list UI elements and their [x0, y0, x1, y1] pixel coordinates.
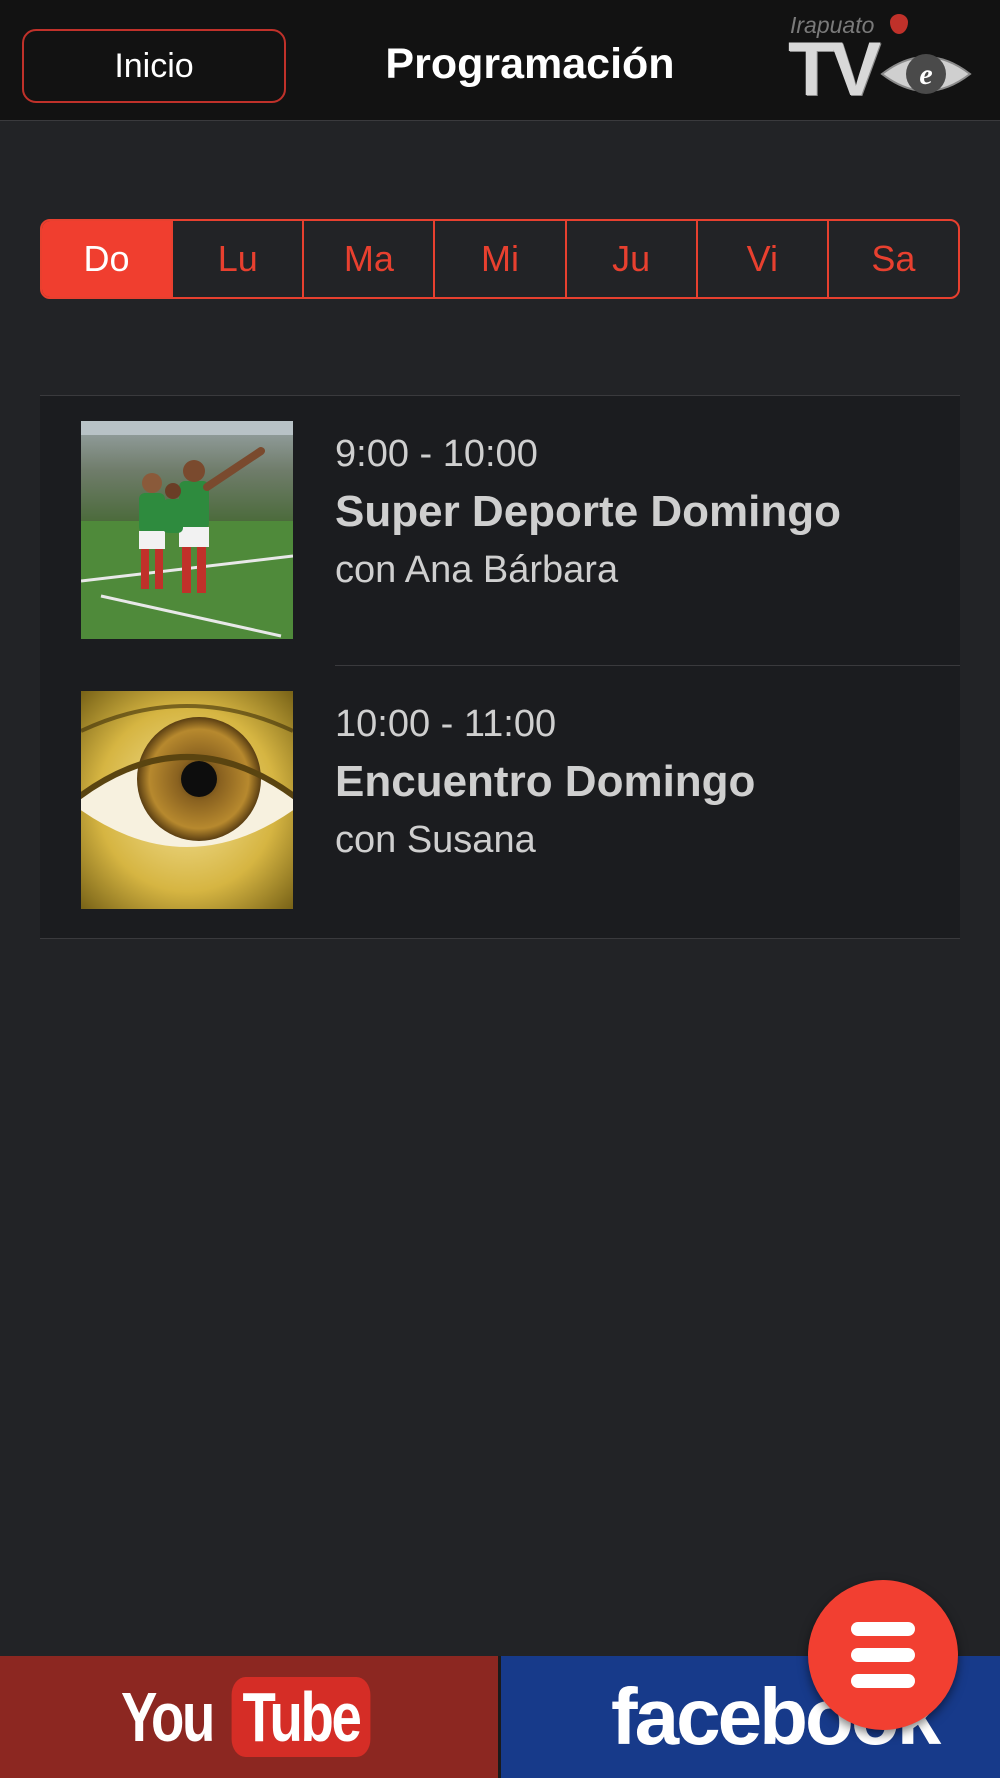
program-host: con Ana Bárbara	[335, 549, 619, 591]
program-host: con Susana	[335, 819, 536, 861]
tab-day-sa[interactable]: Sa	[826, 221, 958, 297]
schedule-item[interactable]: 10:00 - 11:00 Encuentro Domingo con Susa…	[40, 666, 960, 936]
hamburger-menu-icon	[851, 1622, 915, 1636]
tab-day-mi[interactable]: Mi	[433, 221, 564, 297]
tab-day-lu[interactable]: Lu	[171, 221, 302, 297]
hamburger-menu-icon-bar	[851, 1648, 915, 1662]
youtube-logo-tube: Tube	[231, 1677, 371, 1757]
program-time: 10:00 - 11:00	[335, 703, 557, 745]
program-name: Encuentro Domingo	[335, 757, 756, 806]
schedule-item[interactable]: 9:00 - 10:00 Super Deporte Domingo con A…	[40, 396, 960, 666]
tab-day-ju[interactable]: Ju	[564, 221, 696, 297]
program-name: Super Deporte Domingo	[335, 487, 842, 536]
tab-day-vi[interactable]: Vi	[695, 221, 827, 297]
menu-fab-button[interactable]	[808, 1580, 958, 1730]
irapuato-tve-logo: Irapuato TV e	[788, 12, 978, 112]
tab-day-do[interactable]: Do	[42, 221, 172, 297]
program-thumbnail-eye	[81, 691, 293, 909]
logo-tv-text: TV	[788, 27, 881, 112]
page-title: Programación	[385, 40, 675, 88]
logo-eye-letter: e	[919, 58, 932, 91]
hamburger-menu-icon-bar	[851, 1674, 915, 1688]
youtube-logo-you: You	[120, 1678, 215, 1756]
inicio-button[interactable]: Inicio	[22, 29, 286, 103]
top-header: Inicio Programación Irapuato TV e	[0, 0, 1000, 121]
schedule-list: 9:00 - 10:00 Super Deporte Domingo con A…	[40, 395, 960, 939]
eye-logo-icon: e	[880, 54, 972, 94]
program-time: 9:00 - 10:00	[335, 433, 538, 475]
tab-day-ma[interactable]: Ma	[302, 221, 433, 297]
program-thumbnail-soccer	[81, 421, 293, 639]
youtube-button[interactable]: You Tube	[0, 1656, 501, 1778]
strawberry-icon	[890, 14, 908, 34]
day-selector: Do Lu Ma Mi Ju Vi Sa	[40, 219, 960, 299]
